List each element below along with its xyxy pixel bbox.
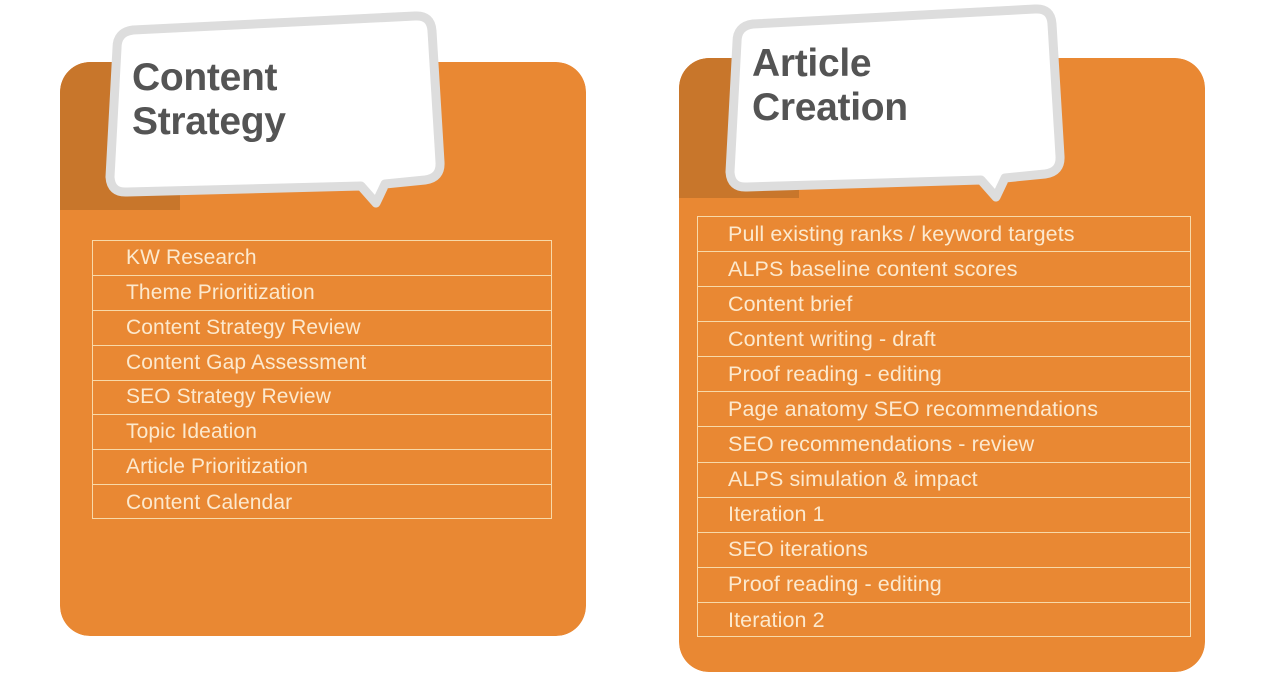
task-row[interactable]: Proof reading - editing	[698, 357, 1190, 393]
task-label: Pull existing ranks / keyword targets	[728, 221, 1075, 246]
task-row[interactable]: Content Strategy Review	[93, 311, 551, 346]
task-label: Theme Prioritization	[126, 280, 315, 304]
task-list-article-creation: Pull existing ranks / keyword targets AL…	[697, 216, 1191, 637]
task-label: Topic Ideation	[126, 420, 257, 444]
task-row[interactable]: Topic Ideation	[93, 415, 551, 451]
task-row[interactable]: SEO Strategy Review	[93, 381, 551, 416]
callout-content-strategy: Content Strategy	[99, 11, 445, 208]
task-row[interactable]: Iteration 1	[698, 498, 1190, 533]
task-row[interactable]: Content Calendar	[93, 485, 551, 520]
task-row[interactable]: Proof reading - editing	[698, 568, 1190, 603]
task-label: KW Research	[126, 245, 257, 269]
task-row[interactable]: Content writing - draft	[698, 322, 1190, 358]
slide-canvas: Content Strategy KW Research Theme Prior…	[0, 0, 1280, 692]
task-row[interactable]: Page anatomy SEO recommendations	[698, 392, 1190, 428]
task-label: Iteration 1	[728, 502, 825, 527]
task-label: Page anatomy SEO recommendations	[728, 396, 1099, 421]
task-label: Content brief	[728, 291, 853, 316]
task-label: SEO iterations	[728, 537, 869, 562]
task-row[interactable]: Theme Prioritization	[93, 276, 551, 311]
task-label: Iteration 2	[728, 607, 825, 632]
task-row[interactable]: SEO recommendations - review	[698, 427, 1190, 463]
task-row[interactable]: Pull existing ranks / keyword targets	[698, 217, 1190, 253]
task-label: Content writing - draft	[728, 326, 936, 351]
task-label: Content Strategy Review	[126, 315, 361, 339]
task-row[interactable]: KW Research	[93, 241, 551, 276]
task-row[interactable]: ALPS baseline content scores	[698, 252, 1190, 288]
task-label: Article Prioritization	[126, 455, 308, 479]
task-label: Content Gap Assessment	[126, 350, 367, 374]
task-row[interactable]: Iteration 2	[698, 603, 1190, 638]
task-list-content-strategy: KW Research Theme Prioritization Content…	[92, 240, 552, 519]
task-row[interactable]: Content brief	[698, 287, 1190, 323]
task-row[interactable]: ALPS simulation & impact	[698, 463, 1190, 498]
task-label: SEO Strategy Review	[126, 385, 331, 409]
task-label: Content Calendar	[126, 490, 293, 514]
task-row[interactable]: Article Prioritization	[93, 450, 551, 486]
task-label: Proof reading - editing	[728, 572, 942, 597]
callout-article-creation: Article Creation	[719, 4, 1065, 202]
task-row[interactable]: SEO iterations	[698, 533, 1190, 568]
task-label: ALPS baseline content scores	[728, 256, 1018, 281]
callout-title: Content Strategy	[132, 56, 286, 143]
task-label: Proof reading - editing	[728, 361, 942, 386]
task-row[interactable]: Content Gap Assessment	[93, 346, 551, 381]
callout-title: Article Creation	[752, 42, 908, 129]
task-label: ALPS simulation & impact	[728, 467, 978, 492]
task-label: SEO recommendations - review	[728, 432, 1035, 456]
